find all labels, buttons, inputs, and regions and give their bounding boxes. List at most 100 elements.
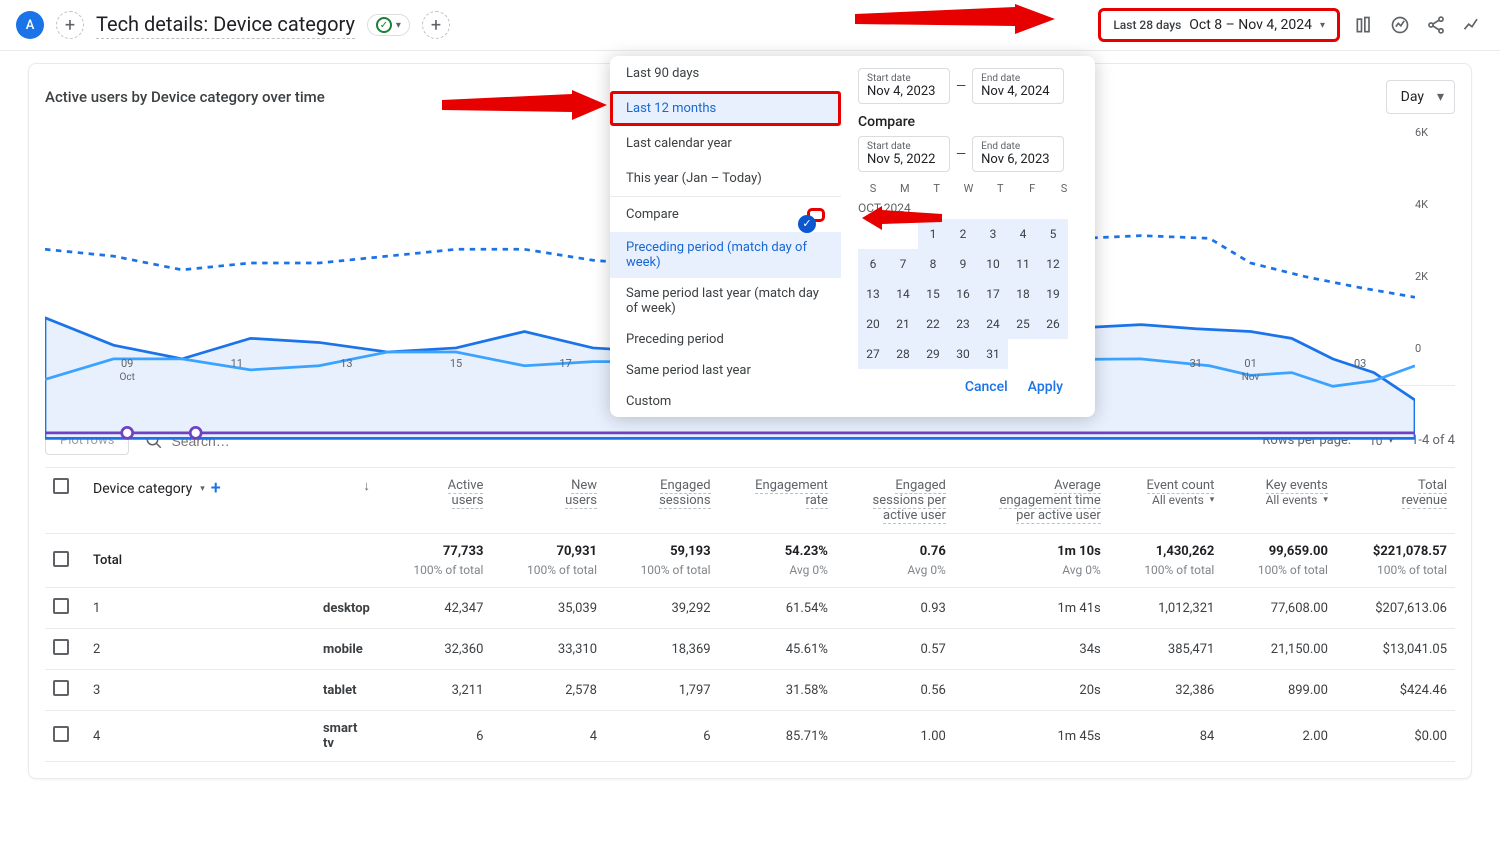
row-index: 1 bbox=[85, 588, 315, 629]
metric-header-key[interactable]: Key eventsAll events bbox=[1222, 468, 1336, 534]
compare-option[interactable]: Same period last year (match day of week… bbox=[610, 278, 841, 324]
calendar-day[interactable]: 1 bbox=[918, 219, 948, 249]
start-date-input[interactable]: Start dateNov 4, 2023 bbox=[858, 68, 950, 104]
row-index: 2 bbox=[85, 629, 315, 670]
add-segment-button[interactable]: + bbox=[56, 11, 84, 39]
calendar-day bbox=[888, 219, 918, 249]
select-all-checkbox[interactable] bbox=[53, 478, 69, 494]
add-comparison-button[interactable]: + bbox=[422, 11, 450, 39]
avatar[interactable]: A bbox=[16, 11, 44, 39]
preset-option[interactable]: Last 12 months bbox=[610, 91, 841, 126]
table-row: 4smart tv64685.71%1.001m 45s842.00$0.00 bbox=[45, 711, 1455, 762]
calendar-day[interactable]: 31 bbox=[978, 339, 1008, 369]
calendar-day[interactable]: 14 bbox=[888, 279, 918, 309]
metric-select[interactable]: All events bbox=[1152, 493, 1214, 507]
calendar-day[interactable]: 29 bbox=[918, 339, 948, 369]
row-checkbox[interactable] bbox=[53, 551, 69, 567]
calendar-day bbox=[858, 219, 888, 249]
insights-icon[interactable] bbox=[1388, 13, 1412, 37]
metric-header-rev[interactable]: Totalrevenue bbox=[1336, 468, 1455, 534]
compare-start-input[interactable]: Start dateNov 5, 2022 bbox=[858, 136, 950, 172]
preset-option[interactable]: Last 90 days bbox=[610, 56, 841, 91]
compare-option[interactable]: Preceding period (match day of week) bbox=[610, 232, 841, 278]
calendar-day[interactable]: 16 bbox=[948, 279, 978, 309]
end-date-input[interactable]: End dateNov 4, 2024 bbox=[972, 68, 1064, 104]
cancel-button[interactable]: Cancel bbox=[965, 379, 1008, 395]
calendar-day[interactable]: 30 bbox=[948, 339, 978, 369]
calendar-day[interactable]: 23 bbox=[948, 309, 978, 339]
calendar-day[interactable]: 25 bbox=[1008, 309, 1038, 339]
calendar-day[interactable]: 18 bbox=[1008, 279, 1038, 309]
apply-button[interactable]: Apply bbox=[1028, 379, 1063, 395]
compare-end-input[interactable]: End dateNov 6, 2023 bbox=[972, 136, 1064, 172]
preset-column: Last 90 daysLast 12 monthsLast calendar … bbox=[610, 56, 842, 417]
calendar-day[interactable]: 5 bbox=[1038, 219, 1068, 249]
compare-icon[interactable] bbox=[1352, 13, 1376, 37]
calendar-day[interactable]: 9 bbox=[948, 249, 978, 279]
row-checkbox[interactable] bbox=[53, 680, 69, 696]
dimension-header[interactable]: Device category bbox=[93, 481, 192, 497]
calendar-day[interactable]: 10 bbox=[978, 249, 1008, 279]
metric-header-active[interactable]: Activeusers bbox=[378, 468, 492, 534]
calendar-day[interactable]: 21 bbox=[888, 309, 918, 339]
calendar-day[interactable]: 26 bbox=[1038, 309, 1068, 339]
status-pill[interactable]: ✓ ▾ bbox=[367, 14, 410, 36]
compare-option[interactable]: Custom bbox=[610, 386, 841, 417]
calendar-day[interactable]: 20 bbox=[858, 309, 888, 339]
calendar-day bbox=[1038, 339, 1068, 369]
total-label: Total bbox=[85, 534, 378, 588]
sort-arrow-icon[interactable]: ↓ bbox=[363, 479, 370, 494]
metric-header-new[interactable]: Newusers bbox=[491, 468, 605, 534]
calendar-day[interactable]: 7 bbox=[888, 249, 918, 279]
row-index: 3 bbox=[85, 670, 315, 711]
calendar-day[interactable]: 13 bbox=[858, 279, 888, 309]
calendar-day[interactable]: 19 bbox=[1038, 279, 1068, 309]
metric-header-eng_r[interactable]: Engagementrate bbox=[719, 468, 836, 534]
calendar-day[interactable]: 6 bbox=[858, 249, 888, 279]
calendar-grid[interactable]: 1234567891011121314151617181920212223242… bbox=[858, 219, 1079, 369]
day-header: S bbox=[858, 182, 888, 195]
metric-header-avg_t[interactable]: Averageengagement timeper active user bbox=[954, 468, 1109, 534]
granularity-select[interactable]: Day bbox=[1386, 80, 1455, 114]
calendar-day[interactable]: 12 bbox=[1038, 249, 1068, 279]
page-title: Tech details: Device category bbox=[96, 12, 355, 39]
calendar-day[interactable]: 24 bbox=[978, 309, 1008, 339]
add-dimension-button[interactable]: + bbox=[211, 478, 221, 499]
compare-toggle-highlight: ✓ bbox=[807, 208, 825, 222]
row-dimension: desktop bbox=[315, 588, 378, 629]
metric-header-eng_s[interactable]: Engagedsessions bbox=[605, 468, 719, 534]
metric-header-eng_per[interactable]: Engagedsessions peractive user bbox=[836, 468, 954, 534]
x-tick: 31 bbox=[1190, 357, 1202, 370]
metric-select[interactable]: All events bbox=[1266, 493, 1328, 507]
preset-option[interactable]: Last calendar year bbox=[610, 126, 841, 161]
calendar-day[interactable]: 17 bbox=[978, 279, 1008, 309]
calendar-day[interactable]: 3 bbox=[978, 219, 1008, 249]
day-header: F bbox=[1017, 182, 1047, 195]
compare-label: Compare bbox=[626, 207, 679, 222]
calendar-day[interactable]: 8 bbox=[918, 249, 948, 279]
calendar-day[interactable]: 4 bbox=[1008, 219, 1038, 249]
compare-option[interactable]: Same period last year bbox=[610, 355, 841, 386]
calendar-day[interactable]: 27 bbox=[858, 339, 888, 369]
x-tick: 11 bbox=[231, 357, 243, 370]
x-tick: 17 bbox=[559, 357, 571, 370]
metric-header-events[interactable]: Event countAll events bbox=[1109, 468, 1223, 534]
calendar-day[interactable]: 11 bbox=[1008, 249, 1038, 279]
compare-option[interactable]: Preceding period bbox=[610, 324, 841, 355]
range-display: 1-4 of 4 bbox=[1411, 433, 1455, 448]
table-row: 3tablet3,2112,5781,79731.58%0.5620s32,38… bbox=[45, 670, 1455, 711]
row-checkbox[interactable] bbox=[53, 726, 69, 742]
calendar-day[interactable]: 2 bbox=[948, 219, 978, 249]
calendar-day[interactable]: 15 bbox=[918, 279, 948, 309]
calendar-day[interactable]: 28 bbox=[888, 339, 918, 369]
date-label: Last 28 days bbox=[1113, 18, 1181, 32]
chart-title: Active users by Device category over tim… bbox=[45, 88, 325, 106]
row-checkbox[interactable] bbox=[53, 598, 69, 614]
date-range-button[interactable]: Last 28 days Oct 8 – Nov 4, 2024 ▾ bbox=[1098, 8, 1340, 42]
share-icon[interactable] bbox=[1424, 13, 1448, 37]
data-table: Device category + ↓ ActiveusersNewusersE… bbox=[45, 468, 1455, 762]
row-checkbox[interactable] bbox=[53, 639, 69, 655]
preset-option[interactable]: This year (Jan – Today) bbox=[610, 161, 841, 196]
trend-icon[interactable] bbox=[1460, 13, 1484, 37]
calendar-day[interactable]: 22 bbox=[918, 309, 948, 339]
